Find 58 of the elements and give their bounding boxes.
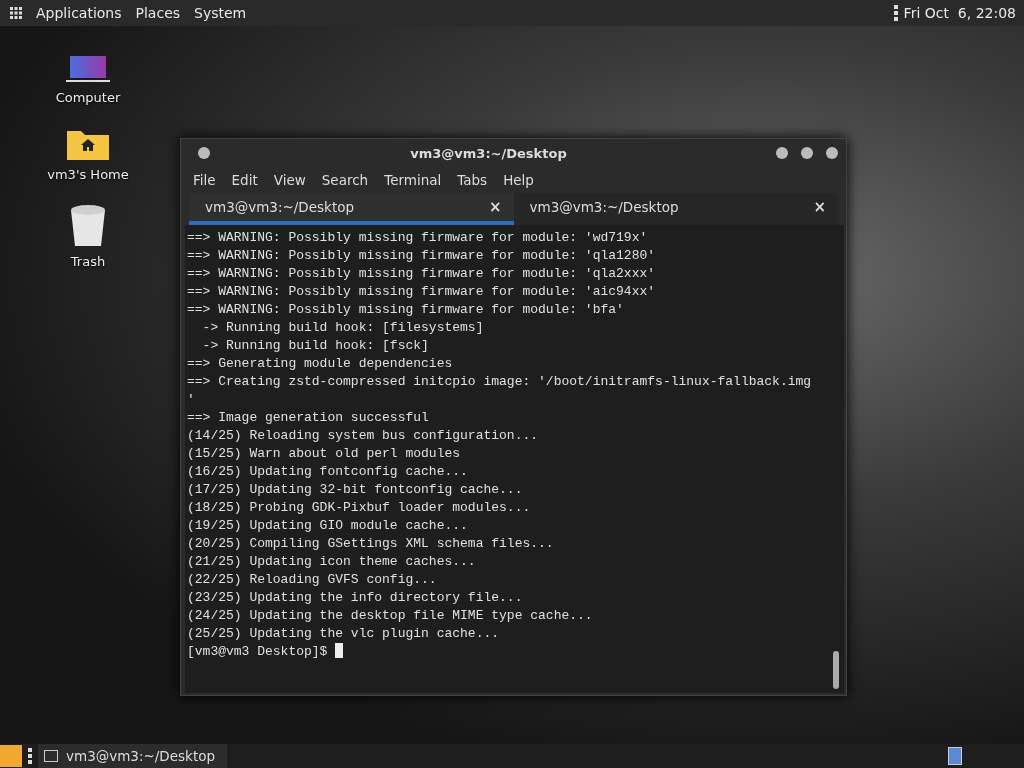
tab-label: vm3@vm3:~/Desktop	[205, 199, 356, 215]
terminal-line: (18/25) Probing GDK-Pixbuf loader modules...	[187, 499, 532, 517]
terminal-line: ==> WARNING: Possibly missing firmware for module: 'qla1280'	[187, 247, 657, 265]
terminal-line: (25/25) Updating the vlc plugin cache...	[187, 625, 501, 643]
scrollbar-thumb[interactable]	[833, 651, 839, 689]
terminal-line: -> Running build hook: [fsck]	[201, 337, 430, 355]
desktop-icon-label[interactable]: Trash	[70, 254, 106, 269]
panel-menu[interactable]: Applications	[36, 5, 122, 21]
terminal-line: ==> Generating module dependencies	[187, 355, 454, 373]
menu-item[interactable]: View	[267, 170, 312, 190]
trash-icon	[69, 204, 107, 248]
clock[interactable]: Fri Oct 6, 22:08	[903, 5, 1016, 21]
desktop-icon-label[interactable]: vm3's Home	[47, 167, 129, 182]
terminal-line: ==> WARNING: Possibly missing firmware for module: 'aic94xx'	[187, 283, 657, 301]
terminal-line: -> Running build hook: [filesystems]	[201, 319, 485, 337]
terminal-line: (24/25) Updating the desktop file MIME type cache...	[187, 607, 594, 625]
terminal-line: (22/25) Reloading GVFS config...	[187, 571, 438, 589]
window-menu-icon[interactable]	[196, 145, 212, 161]
terminal-line: (16/25) Updating fontconfig cache...	[187, 463, 469, 481]
terminal-line: (19/25) Updating GIO module cache...	[187, 517, 469, 535]
close-button[interactable]: ×	[813, 198, 826, 216]
app-grid-icon[interactable]	[10, 7, 22, 19]
terminal-line: (15/25) Warn about old perl modules	[187, 445, 462, 463]
laptop-icon	[66, 54, 110, 84]
menu-item[interactable]: Help	[497, 170, 540, 190]
terminal-tab[interactable]: vm3@vm3:~/Desktop ×	[189, 193, 514, 225]
menu-item[interactable]: Terminal	[378, 170, 448, 190]
menu-item[interactable]: Search	[315, 170, 375, 190]
kebab-menu-icon[interactable]	[893, 5, 898, 21]
window-control-icon[interactable]	[799, 145, 815, 161]
window-title: vm3@vm3:~/Desktop	[409, 145, 568, 161]
kebab-menu-icon[interactable]	[28, 748, 32, 764]
window-control-icon[interactable]	[824, 145, 840, 161]
terminal-line: (17/25) Updating 32-bit fontconfig cache...	[187, 481, 524, 499]
menu-item[interactable]: File	[187, 170, 222, 190]
terminal-line: '	[187, 391, 196, 409]
text-cursor	[335, 643, 344, 658]
terminal-icon	[44, 750, 58, 762]
terminal-tab[interactable]: vm3@vm3:~/Desktop ×	[513, 193, 838, 225]
terminal-line: ==> WARNING: Possibly missing firmware for module: 'wd719x'	[187, 229, 649, 247]
terminal-line: ==> Image generation successful	[187, 409, 430, 427]
shell-prompt: [vm3@vm3 Desktop]$	[187, 644, 328, 659]
desktop-icon-label[interactable]: Computer	[55, 90, 121, 105]
terminal-line: (21/25) Updating icon theme caches...	[187, 553, 477, 571]
terminal-line: (20/25) Compiling GSettings XML schema files...	[187, 535, 555, 553]
window-control-icon[interactable]	[774, 145, 790, 161]
menu-item[interactable]: Tabs	[451, 170, 494, 190]
panel-menu[interactable]: Places	[135, 5, 181, 21]
terminal-line: (14/25) Reloading system bus configuration...	[187, 427, 540, 445]
menu-item[interactable]: Edit	[225, 170, 264, 190]
close-button[interactable]: ×	[488, 198, 502, 216]
terminal-line: ==> Creating zstd-compressed initcpio image: '/boot/initramfs-linux-fallback.img	[187, 373, 813, 391]
terminal-line: ==> WARNING: Possibly missing firmware for module: 'qla2xxx'	[187, 265, 657, 283]
terminal-line: (23/25) Updating the info directory file...	[187, 589, 524, 607]
taskbar-button[interactable]: vm3@vm3:~/Desktop	[38, 744, 228, 768]
tab-label: vm3@vm3:~/Desktop	[529, 199, 680, 215]
terminal-line: ==> WARNING: Possibly missing firmware for module: 'bfa'	[187, 301, 625, 319]
panel-menu[interactable]: System	[194, 5, 247, 21]
